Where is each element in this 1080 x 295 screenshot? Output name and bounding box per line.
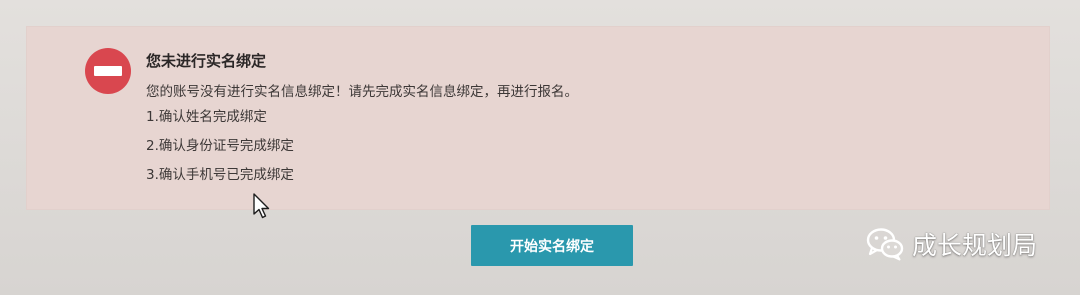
step-item: 3.确认手机号已完成绑定 bbox=[146, 167, 294, 183]
step-item: 2.确认身份证号完成绑定 bbox=[146, 138, 294, 154]
start-binding-button[interactable]: 开始实名绑定 bbox=[471, 225, 633, 266]
wechat-icon bbox=[866, 228, 904, 261]
alert-message: 您的账号没有进行实名信息绑定！请先完成实名信息绑定，再进行报名。 bbox=[146, 84, 578, 100]
watermark: 成长规划局 bbox=[866, 224, 1037, 264]
alert-box: 您未进行实名绑定 您的账号没有进行实名信息绑定！请先完成实名信息绑定，再进行报名… bbox=[26, 26, 1050, 210]
mouse-cursor-icon bbox=[253, 193, 270, 219]
steps-list: 1.确认姓名完成绑定 2.确认身份证号完成绑定 3.确认手机号已完成绑定 bbox=[146, 108, 294, 195]
stop-icon bbox=[85, 48, 131, 94]
watermark-text: 成长规划局 bbox=[912, 231, 1038, 260]
step-item: 1.确认姓名完成绑定 bbox=[146, 109, 267, 125]
alert-title: 您未进行实名绑定 bbox=[146, 52, 267, 70]
